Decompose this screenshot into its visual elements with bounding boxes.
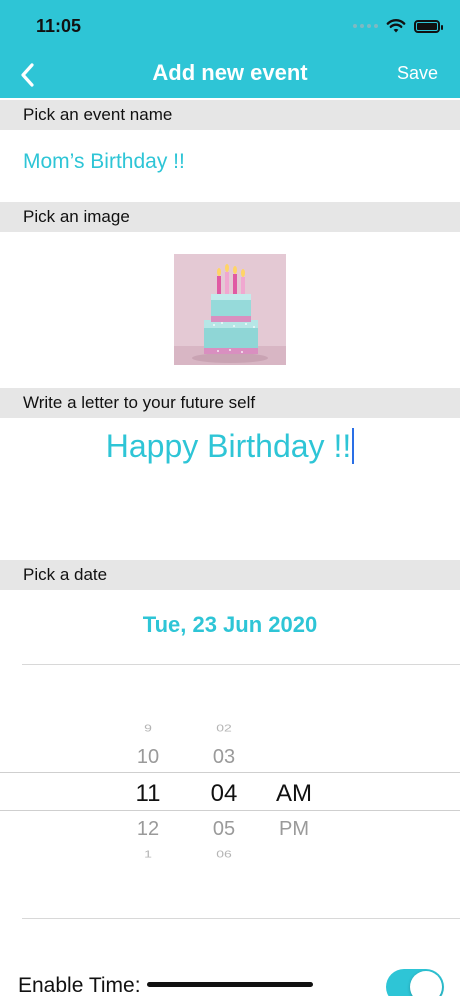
hour-selected[interactable]: 11	[118, 780, 178, 808]
date-display-button[interactable]: Tue, 23 Jun 2020	[0, 612, 460, 638]
period-option[interactable]: PM	[264, 818, 324, 841]
section-header-letter: Write a letter to your future self	[0, 388, 460, 418]
event-name-field[interactable]: Mom’s Birthday !!	[23, 150, 185, 174]
minute-option[interactable]: 05	[194, 818, 254, 841]
divider	[22, 664, 460, 665]
letter-text: Happy Birthday !!	[105, 428, 352, 464]
section-header-event-name: Pick an event name	[0, 100, 460, 130]
save-button[interactable]: Save	[397, 63, 438, 84]
minute-selected[interactable]: 04	[194, 780, 254, 808]
home-indicator	[147, 982, 313, 987]
page-title: Add new event	[152, 60, 308, 85]
birthday-cake-image	[174, 254, 286, 365]
status-icons	[353, 16, 443, 36]
hour-option[interactable]: 12	[118, 818, 178, 841]
minute-wheel[interactable]: 02 03 04 05 06	[194, 700, 254, 870]
status-bar: 11:05	[0, 0, 460, 52]
signal-dots-icon	[353, 24, 378, 28]
text-caret	[352, 428, 355, 464]
hour-option[interactable]: 9	[118, 722, 178, 733]
wifi-icon	[386, 19, 406, 33]
minute-option[interactable]: 03	[194, 746, 254, 769]
period-wheel[interactable]: AM PM	[264, 700, 324, 870]
enable-time-toggle[interactable]	[386, 969, 444, 996]
section-header-date: Pick a date	[0, 560, 460, 590]
time-picker[interactable]: 9 10 11 12 1 02 03 04 05 06 AM PM	[0, 700, 460, 870]
divider	[22, 918, 460, 919]
hour-option[interactable]: 1	[118, 848, 178, 859]
minute-option[interactable]: 06	[194, 848, 254, 859]
period-selected[interactable]: AM	[264, 780, 324, 808]
hour-wheel[interactable]: 9 10 11 12 1	[118, 700, 178, 870]
battery-icon	[414, 19, 443, 33]
section-header-image: Pick an image	[0, 202, 460, 232]
nav-bar: Add new event Save	[0, 52, 460, 98]
toggle-knob	[410, 971, 442, 996]
event-image[interactable]	[174, 254, 286, 365]
minute-option[interactable]: 02	[194, 722, 254, 733]
status-time: 11:05	[36, 16, 82, 36]
letter-textarea[interactable]: Happy Birthday !!	[0, 428, 460, 465]
enable-time-label: Enable Time:	[18, 974, 141, 996]
hour-option[interactable]: 10	[118, 746, 178, 769]
